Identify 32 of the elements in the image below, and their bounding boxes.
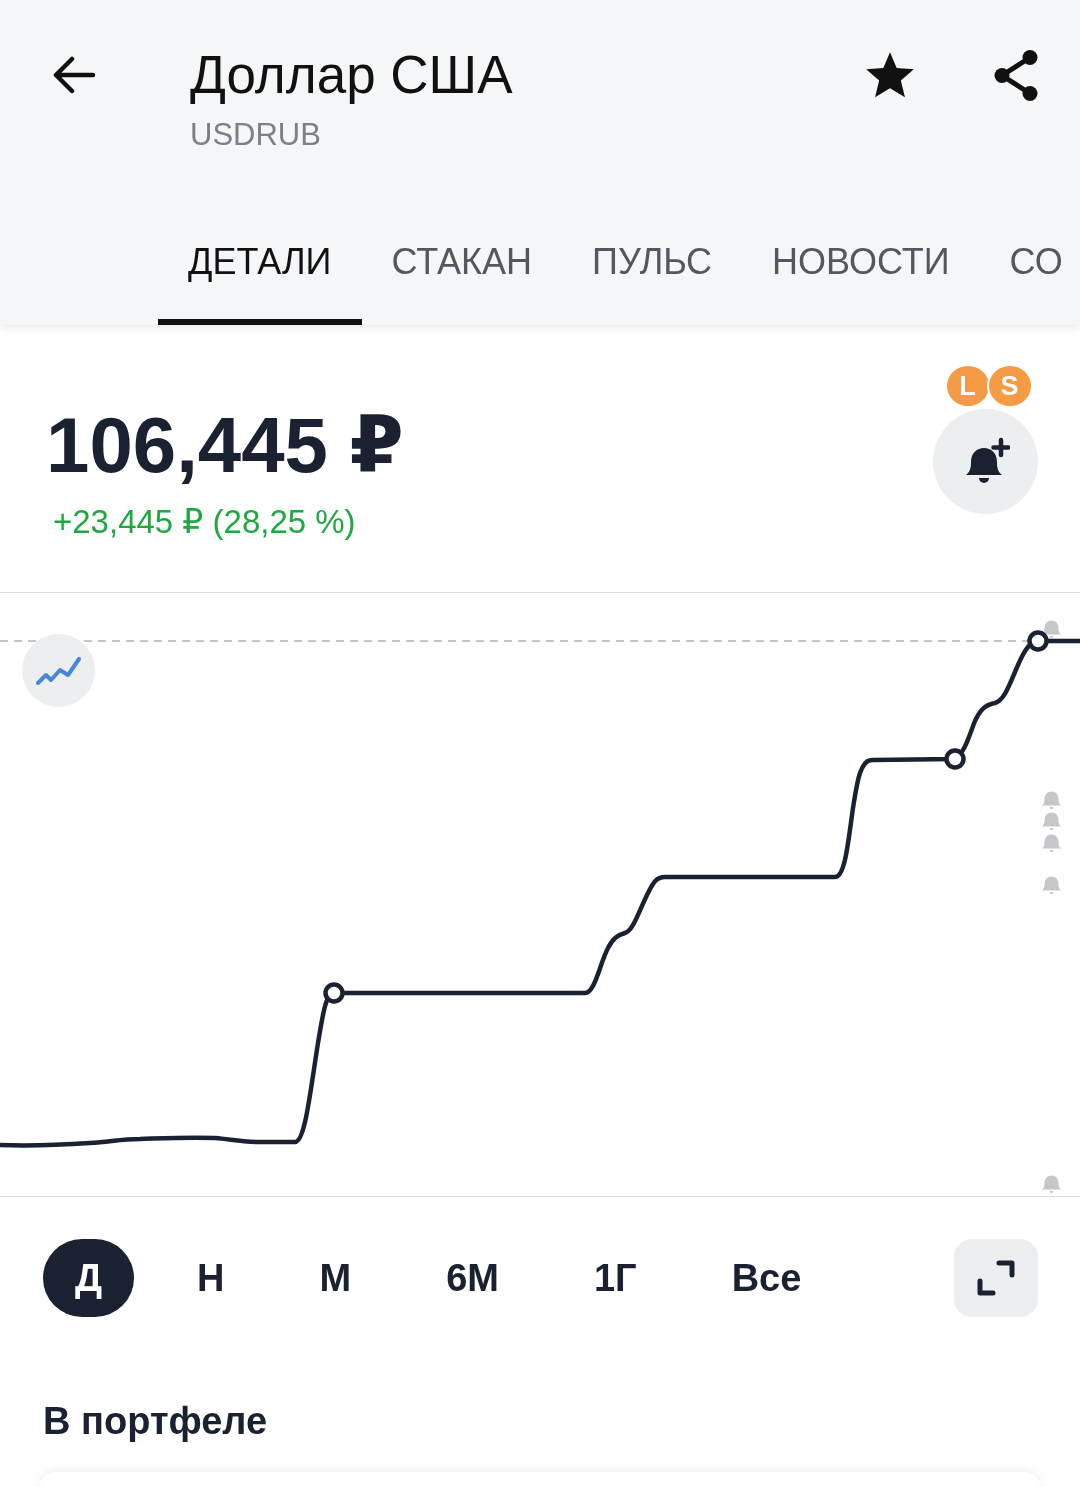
section-tab[interactable]: ДЕТАЛИ — [158, 225, 362, 325]
section-tab[interactable]: СО — [979, 225, 1063, 325]
period-tab[interactable]: 1Г — [562, 1239, 669, 1317]
period-tab[interactable]: 6М — [414, 1239, 531, 1317]
instrument-title: Доллар США — [190, 44, 513, 106]
ticker-label: USDRUB — [190, 117, 321, 153]
alert-bell-icon — [1042, 876, 1061, 894]
trade-marker — [1027, 630, 1049, 652]
letter-badge: S — [986, 364, 1033, 408]
alert-bell-icon — [1042, 812, 1061, 830]
section-tab[interactable]: СТАКАН — [361, 225, 563, 325]
arrow-left-icon — [52, 56, 96, 94]
section-title: В портфеле — [43, 1399, 268, 1444]
alert-bell-icon — [1042, 791, 1061, 809]
section-tab[interactable]: ПУЛЬС — [562, 225, 743, 325]
period-tab[interactable]: М — [287, 1239, 384, 1317]
period-tab[interactable]: Д — [43, 1239, 135, 1317]
alert-bell-icon — [1042, 620, 1061, 638]
expand-icon — [977, 1260, 1015, 1296]
price-value: 106,445 ₽ — [46, 405, 404, 485]
letter-badge: L — [944, 364, 991, 408]
trend-line-icon — [36, 656, 81, 685]
trade-marker — [944, 748, 966, 770]
period-tab[interactable]: Все — [699, 1239, 834, 1317]
period-tab[interactable]: Н — [165, 1239, 257, 1317]
fullscreen-button[interactable] — [954, 1239, 1038, 1317]
trade-marker — [323, 982, 345, 1004]
alert-bell-icon — [1042, 834, 1061, 852]
section-tab[interactable]: НОВОСТИ — [742, 225, 980, 325]
share-icon — [992, 48, 1040, 102]
price-change: +23,445 ₽ (28,25 %) — [53, 502, 356, 542]
alert-bell-icon — [1042, 1175, 1061, 1193]
